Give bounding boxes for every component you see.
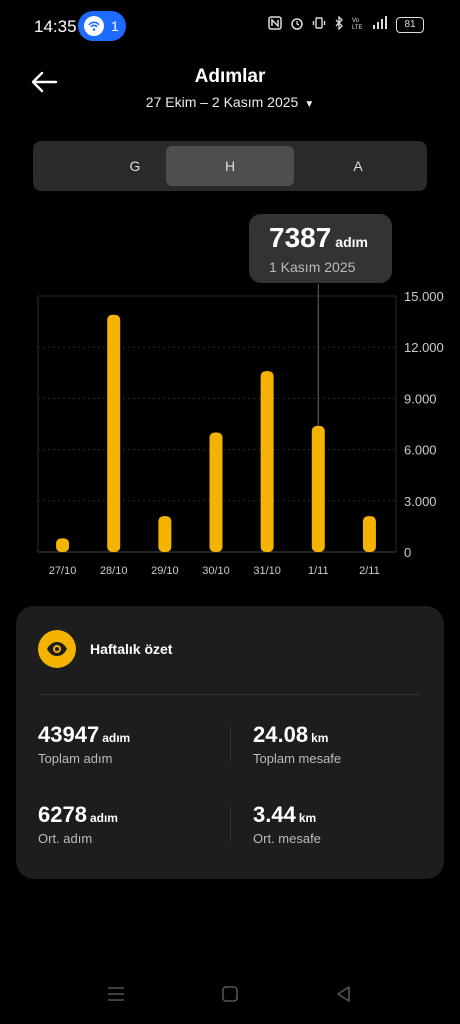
- chart-tooltip: 7387 adım 1 Kasım 2025: [249, 214, 392, 283]
- stat-value: 3.44: [253, 802, 296, 827]
- back-nav-button[interactable]: [335, 985, 353, 1008]
- bar: [311, 425, 325, 552]
- bar: [56, 538, 70, 552]
- caret-down-icon: ▼: [304, 99, 315, 110]
- avg-distance-stat: 3.44 km Ort. mesafe: [253, 802, 321, 846]
- total-distance-stat: 24.08 km Toplam mesafe: [253, 722, 341, 766]
- svg-text:Vo: Vo: [352, 18, 360, 24]
- stat-value: 6278: [38, 802, 87, 827]
- stat-label: Toplam mesafe: [253, 751, 342, 766]
- weekly-summary-card: Haftalık özet 43947 adım Toplam adım 24.0…: [16, 606, 444, 879]
- bar: [362, 516, 376, 552]
- tab-month[interactable]: A: [294, 146, 422, 186]
- signal-icon: [372, 16, 388, 33]
- stat-value: 43947: [38, 722, 100, 747]
- battery-indicator: 81: [396, 16, 424, 33]
- menu-nav-button[interactable]: [107, 985, 125, 1008]
- bar: [158, 516, 172, 552]
- tab-week[interactable]: H: [166, 146, 294, 186]
- vibrate-icon: [312, 16, 326, 33]
- menu-icon: [108, 987, 124, 1001]
- steps-chart[interactable]: 0 3.000 6.000 9.000 12.000 15.000 27/10 28/10 29…: [0, 284, 460, 584]
- hotspot-icon: [84, 16, 104, 36]
- stat-unit: adım: [89, 811, 118, 825]
- square-icon: [222, 986, 238, 1002]
- stat-label: Ort. mesafe: [253, 831, 321, 846]
- date-range-selector[interactable]: 27 Ekim – 2 Kasım 2025 ▼: [0, 94, 460, 110]
- x-tick-label: 1/11: [308, 565, 329, 577]
- date-range-label: 27 Ekim – 2 Kasım 2025: [145, 94, 299, 110]
- summary-title: Haftalık özet: [90, 641, 173, 657]
- stat-label: Toplam adım: [38, 751, 113, 766]
- svg-text:LTE: LTE: [352, 25, 363, 30]
- bar: [260, 371, 274, 552]
- status-time: 14:35: [34, 17, 77, 36]
- triangle-back-icon: [337, 986, 350, 1002]
- stat-unit: adım: [102, 731, 131, 745]
- y-tick-label: 3.000: [404, 494, 437, 509]
- alarm-icon: [290, 16, 304, 33]
- stat-label: Ort. adım: [38, 831, 93, 846]
- stat-unit: km: [298, 811, 317, 825]
- y-tick-label: 0: [404, 545, 411, 560]
- x-tick-label: 2/11: [359, 565, 380, 577]
- divider: [230, 726, 231, 762]
- x-tick-label: 31/10: [253, 565, 281, 577]
- total-steps-stat: 43947 adım Toplam adım: [38, 722, 130, 766]
- y-tick-label: 9.000: [404, 391, 437, 406]
- tooltip-unit: adım: [335, 234, 368, 250]
- bar: [107, 314, 121, 552]
- page-title: Adımlar: [194, 66, 266, 87]
- nfc-icon: [268, 16, 282, 33]
- x-tick-label: 27/10: [49, 565, 77, 577]
- avg-steps-stat: 6278 adım Ort. adım: [38, 802, 118, 846]
- bluetooth-icon: [334, 15, 344, 33]
- x-tick-label: 30/10: [202, 565, 230, 577]
- hotspot-indicator[interactable]: 1: [78, 11, 126, 41]
- x-tick-label: 28/10: [100, 565, 128, 577]
- y-tick-label: 12.000: [404, 340, 444, 355]
- stat-value: 24.08: [253, 722, 309, 747]
- divider: [230, 806, 231, 842]
- home-nav-button[interactable]: [221, 985, 239, 1008]
- period-tabs: G H A: [33, 141, 427, 191]
- volte-icon: Vo LTE: [352, 16, 364, 33]
- eye-icon: [38, 630, 76, 668]
- tooltip-value: 7387: [269, 222, 332, 253]
- x-tick-label: 29/10: [151, 565, 179, 577]
- tooltip-date: 1 Kasım 2025: [269, 259, 356, 275]
- divider: [40, 694, 420, 695]
- bar: [209, 432, 223, 552]
- stat-unit: km: [311, 731, 329, 745]
- hotspot-count: 1: [111, 18, 119, 34]
- y-tick-label: 6.000: [404, 443, 437, 458]
- y-tick-label: 15.000: [404, 289, 444, 304]
